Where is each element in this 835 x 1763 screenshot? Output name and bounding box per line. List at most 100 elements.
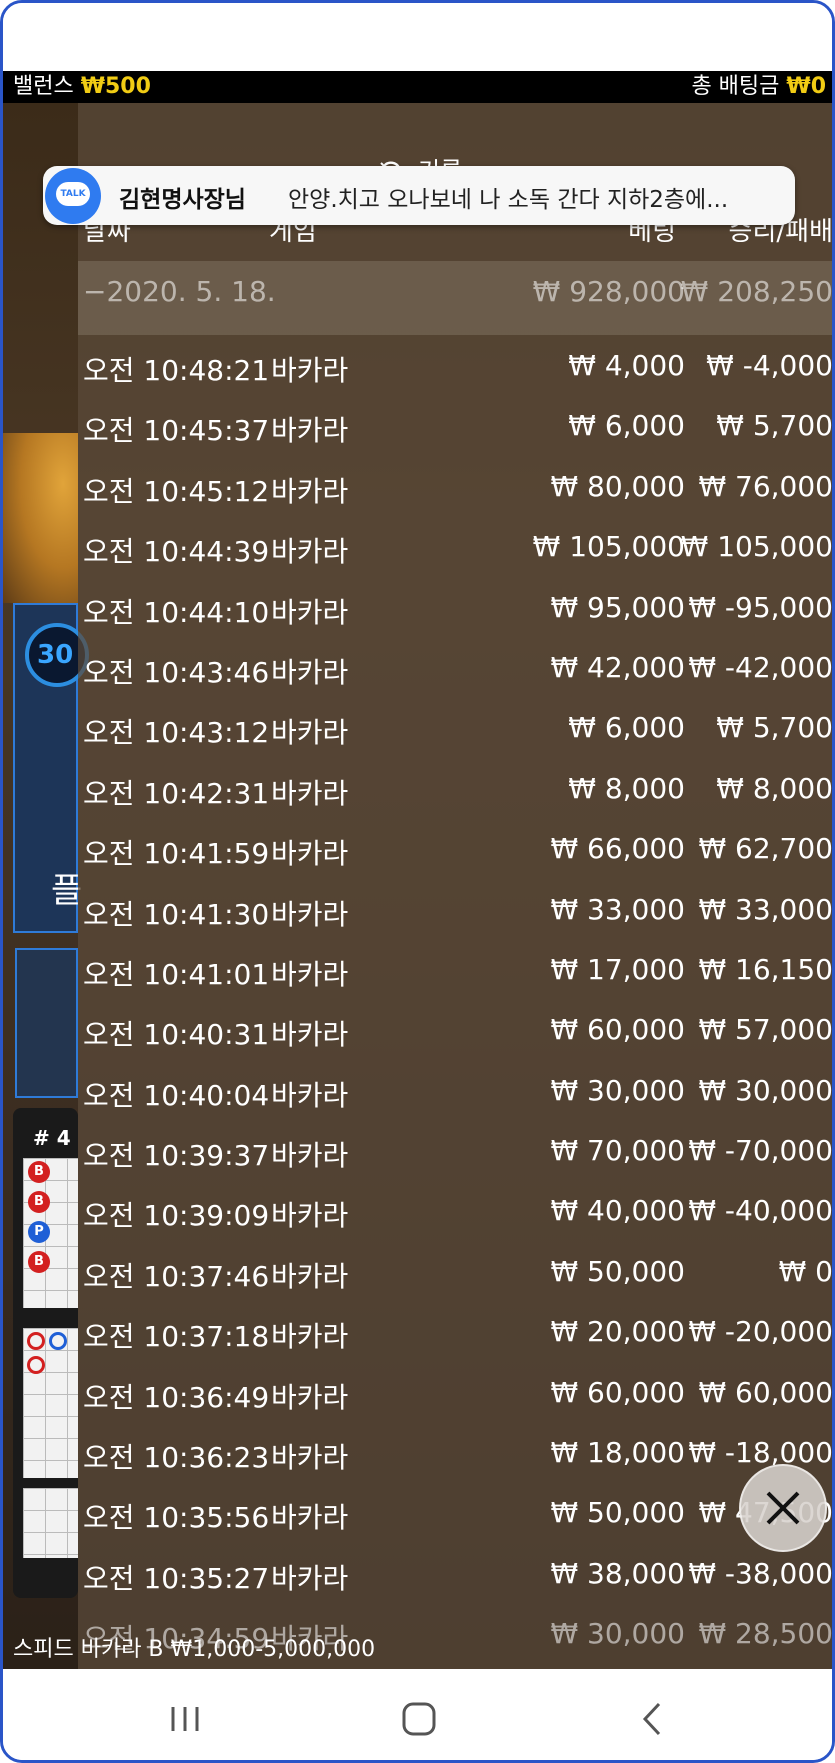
back-button[interactable] bbox=[633, 1699, 673, 1743]
row-time: 오전 10:36:49 bbox=[83, 1380, 270, 1414]
row-time: 오전 10:35:27 bbox=[83, 1561, 270, 1595]
history-row[interactable]: 오전 10:40:04 바카라 ₩ 30,000 ₩ 30,000 bbox=[78, 1060, 833, 1120]
row-bet: ₩ 30,000 bbox=[550, 1073, 685, 1107]
notification-sender: 김현명사장님 bbox=[119, 187, 246, 213]
row-result: ₩ 5,700 bbox=[716, 409, 833, 443]
balance-label: 밸런스 bbox=[13, 74, 74, 99]
row-bet: ₩ 18,000 bbox=[550, 1436, 685, 1470]
row-game: 바카라 bbox=[271, 1199, 349, 1233]
row-game: 바카라 bbox=[271, 837, 349, 871]
table-info-text: 스피드 바카라 B ₩1,000-5,000,000 bbox=[13, 1637, 376, 1662]
row-result: ₩ 33,000 bbox=[698, 892, 833, 926]
status-bar bbox=[3, 3, 832, 71]
history-row[interactable]: 오전 10:39:37 바카라 ₩ 70,000 ₩ -70,000 bbox=[78, 1120, 833, 1180]
history-panel: 기록 날짜 게임 베팅 승리/패배 −2020. 5. 18. ₩ 928,00… bbox=[78, 103, 833, 1669]
history-row[interactable]: 오전 10:39:09 바카라 ₩ 40,000 ₩ -40,000 bbox=[78, 1180, 832, 1240]
row-result: ₩ 5,700 bbox=[716, 711, 833, 745]
history-row[interactable]: 오전 10:35:56 바카라 ₩ 50,000 ₩ 47,500 bbox=[78, 1482, 832, 1542]
recent-apps-icon bbox=[171, 1707, 199, 1731]
recent-apps-button[interactable] bbox=[165, 1699, 205, 1743]
row-result: ₩ 62,700 bbox=[698, 832, 833, 866]
row-time: 오전 10:44:39 bbox=[83, 535, 270, 569]
row-bet: ₩ 40,000 bbox=[550, 1194, 685, 1228]
row-time: 오전 10:45:12 bbox=[83, 474, 270, 508]
row-time: 오전 10:39:37 bbox=[83, 1139, 270, 1173]
history-row[interactable]: 오전 10:44:10 바카라 ₩ 95,000 ₩ -95,000 bbox=[78, 577, 832, 637]
row-bet: ₩ 50,000 bbox=[550, 1254, 685, 1288]
history-row[interactable]: 오전 10:45:12 바카라 ₩ 80,000 ₩ 76,000 bbox=[78, 456, 833, 516]
history-row[interactable]: 오전 10:41:30 바카라 ₩ 33,000 ₩ 33,000 bbox=[78, 879, 833, 939]
history-day-summary[interactable]: −2020. 5. 18. ₩ 928,000 ₩ 208,250 bbox=[78, 261, 833, 335]
history-row[interactable]: 오전 10:42:31 바카라 ₩ 8,000 ₩ 8,000 bbox=[78, 758, 833, 818]
row-game: 바카라 bbox=[271, 1380, 349, 1414]
bead-banker: B bbox=[28, 1161, 50, 1183]
row-bet: ₩ 4,000 bbox=[568, 349, 685, 382]
row-game: 바카라 bbox=[271, 716, 349, 750]
navigation-bar bbox=[3, 1669, 832, 1760]
history-row[interactable]: 오전 10:35:27 바카라 ₩ 38,000 ₩ -38,000 bbox=[78, 1543, 832, 1603]
history-row[interactable]: 오전 10:44:39 바카라 ₩ 105,000 ₩ 105,000 bbox=[78, 516, 832, 576]
row-bet: ₩ 60,000 bbox=[550, 1375, 685, 1409]
history-row[interactable]: 오전 10:37:18 바카라 ₩ 20,000 ₩ -20,000 bbox=[78, 1301, 833, 1361]
row-bet: ₩ 95,000 bbox=[550, 590, 685, 624]
row-bet: ₩ 17,000 bbox=[550, 952, 685, 986]
row-game: 바카라 bbox=[271, 1018, 349, 1052]
row-result: ₩ 28,500 bbox=[698, 1617, 833, 1651]
background-game-view: 30 플 # 4 B B P B bbox=[3, 103, 89, 1669]
history-row[interactable]: 오전 10:48:21 바카라 ₩ 4,000 ₩ -4,000 bbox=[78, 335, 832, 395]
row-game: 바카라 bbox=[271, 1259, 349, 1293]
history-row[interactable]: 오전 10:36:49 바카라 ₩ 60,000 ₩ 60,000 bbox=[78, 1362, 832, 1422]
summary-result: ₩ 208,250 bbox=[680, 275, 833, 308]
row-time: 오전 10:39:09 bbox=[83, 1199, 270, 1233]
home-icon bbox=[402, 1702, 436, 1736]
row-game: 바카라 bbox=[271, 957, 349, 991]
row-time: 오전 10:44:10 bbox=[83, 595, 270, 629]
history-row[interactable]: 오전 10:41:59 바카라 ₩ 66,000 ₩ 62,700 bbox=[78, 818, 833, 878]
bead-banker: B bbox=[28, 1191, 50, 1213]
row-time: 오전 10:37:18 bbox=[83, 1320, 270, 1354]
close-icon bbox=[766, 1491, 800, 1525]
row-bet: ₩ 80,000 bbox=[550, 469, 685, 503]
history-row[interactable]: 오전 10:40:31 바카라 ₩ 60,000 ₩ 57,000 bbox=[78, 999, 833, 1059]
close-button[interactable] bbox=[739, 1464, 827, 1552]
notification-banner[interactable]: TALK 김현명사장님 안양.치고 오나보네 나 소독 간다 지하2층에... bbox=[43, 166, 795, 225]
row-result: ₩ 76,000 bbox=[698, 469, 833, 503]
row-bet: ₩ 6,000 bbox=[568, 409, 685, 443]
history-row[interactable]: 오전 10:41:01 바카라 ₩ 17,000 ₩ 16,150 bbox=[78, 939, 832, 999]
history-row[interactable]: 오전 10:43:12 바카라 ₩ 6,000 ₩ 5,700 bbox=[78, 697, 833, 757]
row-time: 오전 10:40:04 bbox=[83, 1078, 270, 1112]
balance: 밸런스 ₩500 bbox=[13, 71, 151, 103]
row-bet: ₩ 70,000 bbox=[550, 1134, 685, 1168]
bead-player: P bbox=[28, 1221, 50, 1243]
row-bet: ₩ 66,000 bbox=[550, 832, 685, 866]
row-time: 오전 10:41:01 bbox=[83, 957, 270, 991]
big-road-grid bbox=[23, 1328, 78, 1478]
row-game: 바카라 bbox=[271, 776, 349, 810]
row-bet: ₩ 8,000 bbox=[568, 771, 685, 805]
row-result: ₩ 8,000 bbox=[716, 771, 833, 805]
row-bet: ₩ 60,000 bbox=[550, 1013, 685, 1047]
row-result: ₩ 30,000 bbox=[698, 1073, 833, 1107]
row-bet: ₩ 33,000 bbox=[550, 892, 685, 926]
history-row[interactable]: 오전 10:36:23 바카라 ₩ 18,000 ₩ -18,000 bbox=[78, 1422, 832, 1482]
row-time: 오전 10:41:59 bbox=[83, 837, 270, 871]
row-time: 오전 10:35:56 bbox=[83, 1501, 270, 1535]
summary-bet: ₩ 928,000 bbox=[532, 275, 685, 308]
bead-banker: B bbox=[28, 1251, 50, 1273]
total-bet: 총 배팅금 ₩0 bbox=[691, 71, 826, 103]
row-game: 바카라 bbox=[271, 1078, 349, 1112]
home-button[interactable] bbox=[399, 1699, 439, 1743]
row-result: ₩ -20,000 bbox=[688, 1315, 833, 1349]
history-rows: 오전 10:48:21 바카라 ₩ 4,000 ₩ -4,000 오전 10:4… bbox=[78, 335, 833, 1664]
balance-value: ₩500 bbox=[80, 74, 151, 99]
row-time: 오전 10:45:37 bbox=[83, 414, 270, 448]
history-row[interactable]: 오전 10:37:46 바카라 ₩ 50,000 ₩ 0 bbox=[78, 1241, 832, 1301]
row-game: 바카라 bbox=[271, 354, 349, 387]
summary-date: −2020. 5. 18. bbox=[83, 275, 276, 308]
row-time: 오전 10:37:46 bbox=[83, 1259, 270, 1293]
row-result: ₩ 57,000 bbox=[698, 1013, 833, 1047]
history-row[interactable]: 오전 10:45:37 바카라 ₩ 6,000 ₩ 5,700 bbox=[78, 395, 833, 455]
history-row[interactable]: 오전 10:43:46 바카라 ₩ 42,000 ₩ -42,000 bbox=[78, 637, 832, 697]
row-result: ₩ -70,000 bbox=[688, 1134, 833, 1168]
row-game: 바카라 bbox=[271, 897, 349, 931]
